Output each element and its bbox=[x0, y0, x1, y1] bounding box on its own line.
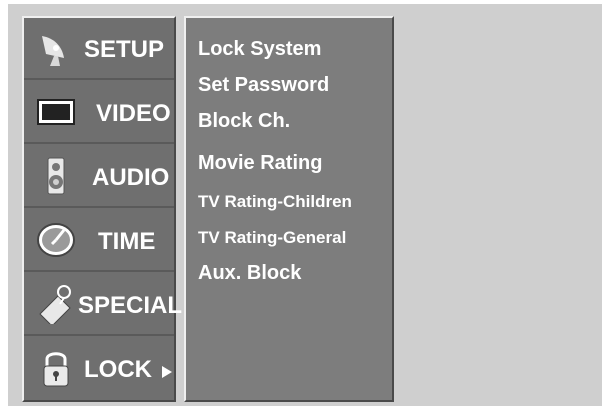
tab-label: SETUP bbox=[84, 36, 165, 63]
submenu-item-movie-rating[interactable]: Movie Rating bbox=[198, 152, 322, 175]
monitor-icon bbox=[37, 99, 75, 125]
tab-label: AUDIO bbox=[92, 164, 170, 191]
tab-label: VIDEO bbox=[96, 100, 171, 127]
clock-icon bbox=[37, 223, 75, 257]
padlock-icon bbox=[43, 352, 69, 387]
tab-audio[interactable]: AUDIO bbox=[24, 146, 174, 208]
submenu-item-lock-system[interactable]: Lock System bbox=[198, 38, 321, 61]
tab-setup[interactable]: SETUP bbox=[24, 18, 174, 80]
tab-time[interactable]: TIME bbox=[24, 210, 174, 272]
tab-label: TIME bbox=[98, 228, 156, 255]
lock-submenu: Lock System Set Password Block Ch. Movie… bbox=[184, 16, 394, 402]
tab-label: LOCK bbox=[84, 356, 152, 383]
main-menu: SETUP VIDEO AUDIO TIME SPECIAL LOCK bbox=[22, 16, 182, 402]
tab-video[interactable]: VIDEO bbox=[24, 82, 174, 144]
tag-icon bbox=[39, 285, 71, 324]
submenu-item-set-password[interactable]: Set Password bbox=[198, 74, 329, 97]
tab-special[interactable]: SPECIAL bbox=[24, 274, 182, 336]
speaker-icon bbox=[47, 157, 65, 195]
submenu-item-tv-rating-children[interactable]: TV Rating-Children bbox=[198, 192, 352, 212]
submenu-item-block-channel[interactable]: Block Ch. bbox=[198, 110, 290, 133]
satellite-dish-icon bbox=[42, 36, 64, 66]
tv-menu-screen: SETUP VIDEO AUDIO TIME SPECIAL LOCK Lock… bbox=[8, 4, 602, 406]
submenu-item-tv-rating-general[interactable]: TV Rating-General bbox=[198, 228, 346, 248]
selected-arrow-icon bbox=[162, 366, 172, 378]
submenu-item-aux-block[interactable]: Aux. Block bbox=[198, 262, 301, 285]
tab-lock[interactable]: LOCK bbox=[24, 338, 174, 400]
tab-label: SPECIAL bbox=[78, 292, 183, 319]
